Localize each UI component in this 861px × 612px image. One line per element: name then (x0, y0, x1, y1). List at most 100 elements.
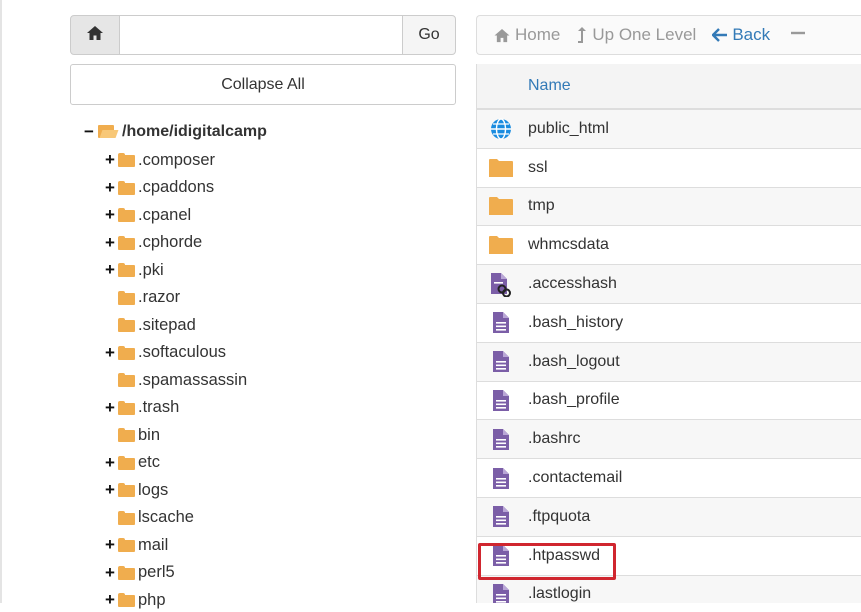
table-row[interactable]: ssl (477, 149, 861, 188)
file-text-icon (481, 467, 521, 490)
collapse-toggle-icon[interactable]: − (82, 123, 96, 140)
tree-item[interactable]: .razor (103, 286, 180, 310)
file-name: .lastlogin (528, 585, 592, 603)
folder-icon (118, 153, 135, 167)
path-input[interactable] (120, 15, 402, 55)
folder-icon (118, 373, 135, 387)
back-button-label: Back (732, 25, 771, 44)
folder-icon (118, 208, 135, 222)
collapse-all-button[interactable]: Collapse All (70, 64, 456, 105)
level-up-icon (576, 26, 588, 44)
tree-item[interactable]: + mail (103, 533, 168, 557)
folder-icon (118, 263, 135, 277)
file-name: .bash_logout (528, 352, 620, 370)
tree-item[interactable]: + .trash (103, 396, 179, 420)
expand-toggle-icon[interactable]: + (103, 206, 117, 223)
folder-icon (118, 510, 135, 525)
tree-item[interactable]: + php (103, 588, 166, 612)
table-row[interactable]: whmcsdata (477, 226, 861, 266)
expand-toggle-icon[interactable]: + (103, 399, 117, 416)
file-name: .ftpquota (528, 507, 591, 525)
home-icon (493, 28, 511, 43)
tree-item[interactable]: + .softaculous (103, 341, 226, 365)
folder-icon (118, 455, 135, 470)
expand-toggle-icon[interactable]: + (103, 481, 117, 498)
tree-root[interactable]: − /home/idigitalcamp (82, 120, 267, 144)
file-text-icon (481, 389, 521, 412)
tree-item-label: .composer (138, 150, 216, 169)
table-row[interactable]: .htpasswd (477, 537, 861, 576)
home-button[interactable]: Home (493, 25, 560, 45)
home-icon (86, 25, 104, 46)
file-link-icon (481, 272, 521, 297)
file-toolbar: Home Up One Level Back (476, 15, 861, 55)
file-name: .bash_history (528, 313, 624, 331)
up-one-level-button[interactable]: Up One Level (576, 25, 696, 45)
table-row[interactable]: .lastlogin (477, 575, 861, 603)
file-name: .htpasswd (528, 546, 601, 564)
expand-toggle-icon[interactable]: + (103, 261, 117, 278)
back-button[interactable]: Back (712, 25, 770, 45)
expand-toggle-icon[interactable]: + (103, 454, 117, 471)
table-row[interactable]: .ftpquota (477, 497, 861, 537)
file-name: ssl (528, 158, 548, 176)
expand-toggle-icon[interactable]: + (103, 179, 117, 196)
tree-item[interactable]: + etc (103, 451, 160, 475)
expand-toggle-icon[interactable]: + (103, 151, 117, 168)
go-button[interactable]: Go (402, 15, 456, 55)
file-name: .contactemail (528, 469, 623, 487)
tree-item-label: .cpanel (138, 205, 192, 224)
tree-item[interactable]: + .cpanel (103, 203, 191, 227)
tree-item-label: bin (138, 425, 161, 444)
table-row[interactable]: .bash_profile (477, 382, 861, 421)
up-one-level-label: Up One Level (592, 25, 697, 44)
tree-item[interactable]: bin (103, 423, 160, 447)
tree-item[interactable]: + .pki (103, 258, 164, 282)
forward-button[interactable] (790, 25, 806, 45)
tree-item-label: .trash (138, 398, 180, 416)
folder-icon (118, 593, 135, 607)
tree-item-label: .sitepad (138, 315, 196, 334)
file-name: .bash_profile (528, 391, 620, 409)
file-text-icon (481, 583, 521, 603)
table-row[interactable]: .bashrc (477, 420, 861, 460)
path-bar: Go (70, 15, 456, 55)
expand-toggle-icon[interactable]: + (103, 591, 117, 608)
expand-toggle-icon[interactable]: + (103, 344, 117, 361)
tree-item-label: lscache (138, 508, 194, 526)
tree-item[interactable]: + .cpaddons (103, 176, 214, 200)
folder-icon (118, 318, 135, 332)
table-row[interactable]: .accesshash (477, 265, 861, 304)
file-name: .bashrc (528, 430, 581, 448)
tree-item[interactable]: .spamassassin (103, 368, 247, 392)
table-row[interactable]: .bash_logout (477, 342, 861, 382)
tree-item[interactable]: + perl5 (103, 561, 175, 585)
tree-root-label: /home/idigitalcamp (122, 123, 267, 140)
table-row[interactable]: .contactemail (477, 459, 861, 498)
folder-icon (118, 180, 135, 195)
expand-toggle-icon[interactable]: + (103, 536, 117, 553)
table-row[interactable]: tmp (477, 187, 861, 227)
tree-item[interactable]: + .composer (103, 148, 215, 172)
expand-toggle-icon[interactable]: + (103, 234, 117, 251)
table-row[interactable]: public_html (477, 110, 861, 149)
name-column-header[interactable]: Name (528, 77, 571, 95)
tree-item[interactable]: + .cphorde (103, 231, 202, 255)
folder-icon (481, 158, 521, 178)
file-rows: public_htmlssl tmp whmcsdata .accesshash .ba… (477, 110, 861, 603)
tree-home-button[interactable] (70, 15, 120, 55)
tree-item-label: php (138, 590, 166, 609)
file-name: whmcsdata (528, 236, 609, 254)
tree-item[interactable]: lscache (103, 506, 194, 530)
tree-item-label: mail (138, 535, 169, 554)
folder-open-icon (98, 125, 118, 139)
table-row[interactable]: .bash_history (477, 304, 861, 343)
tree-item-label: .softaculous (138, 343, 227, 361)
folder-icon (118, 400, 135, 415)
folder-icon (118, 565, 135, 580)
expand-toggle-icon[interactable]: + (103, 564, 117, 581)
tree-item[interactable]: .sitepad (103, 313, 196, 337)
arrow-right-icon (790, 25, 806, 45)
tree-item[interactable]: + logs (103, 478, 168, 502)
tree-item-label: .cpaddons (138, 178, 215, 196)
